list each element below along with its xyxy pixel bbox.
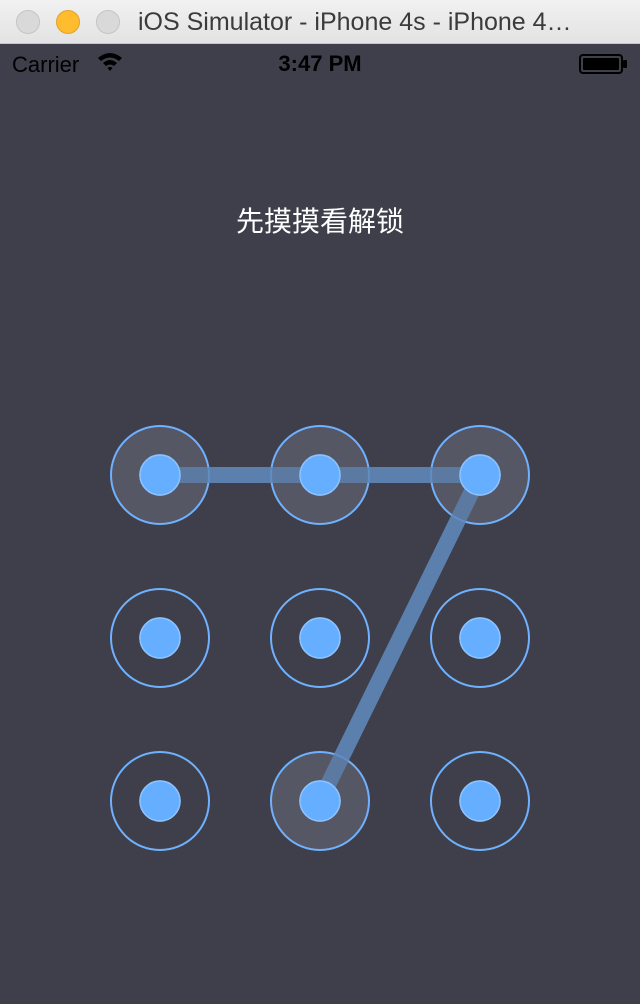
pattern-segment — [312, 471, 488, 805]
pattern-node-dot — [459, 454, 501, 496]
pattern-node-dot — [459, 617, 501, 659]
pattern-node-dot — [139, 454, 181, 496]
pattern-node-dot — [299, 454, 341, 496]
pattern-node-dot — [299, 617, 341, 659]
pattern-node-dot — [139, 780, 181, 822]
pattern-node-dot — [459, 780, 501, 822]
pattern-node-dot — [299, 780, 341, 822]
simulator-window: iOS Simulator - iPhone 4s - iPhone 4… Ca… — [0, 0, 640, 1004]
pattern-node-dot — [139, 617, 181, 659]
pattern-lock[interactable] — [0, 0, 640, 1004]
